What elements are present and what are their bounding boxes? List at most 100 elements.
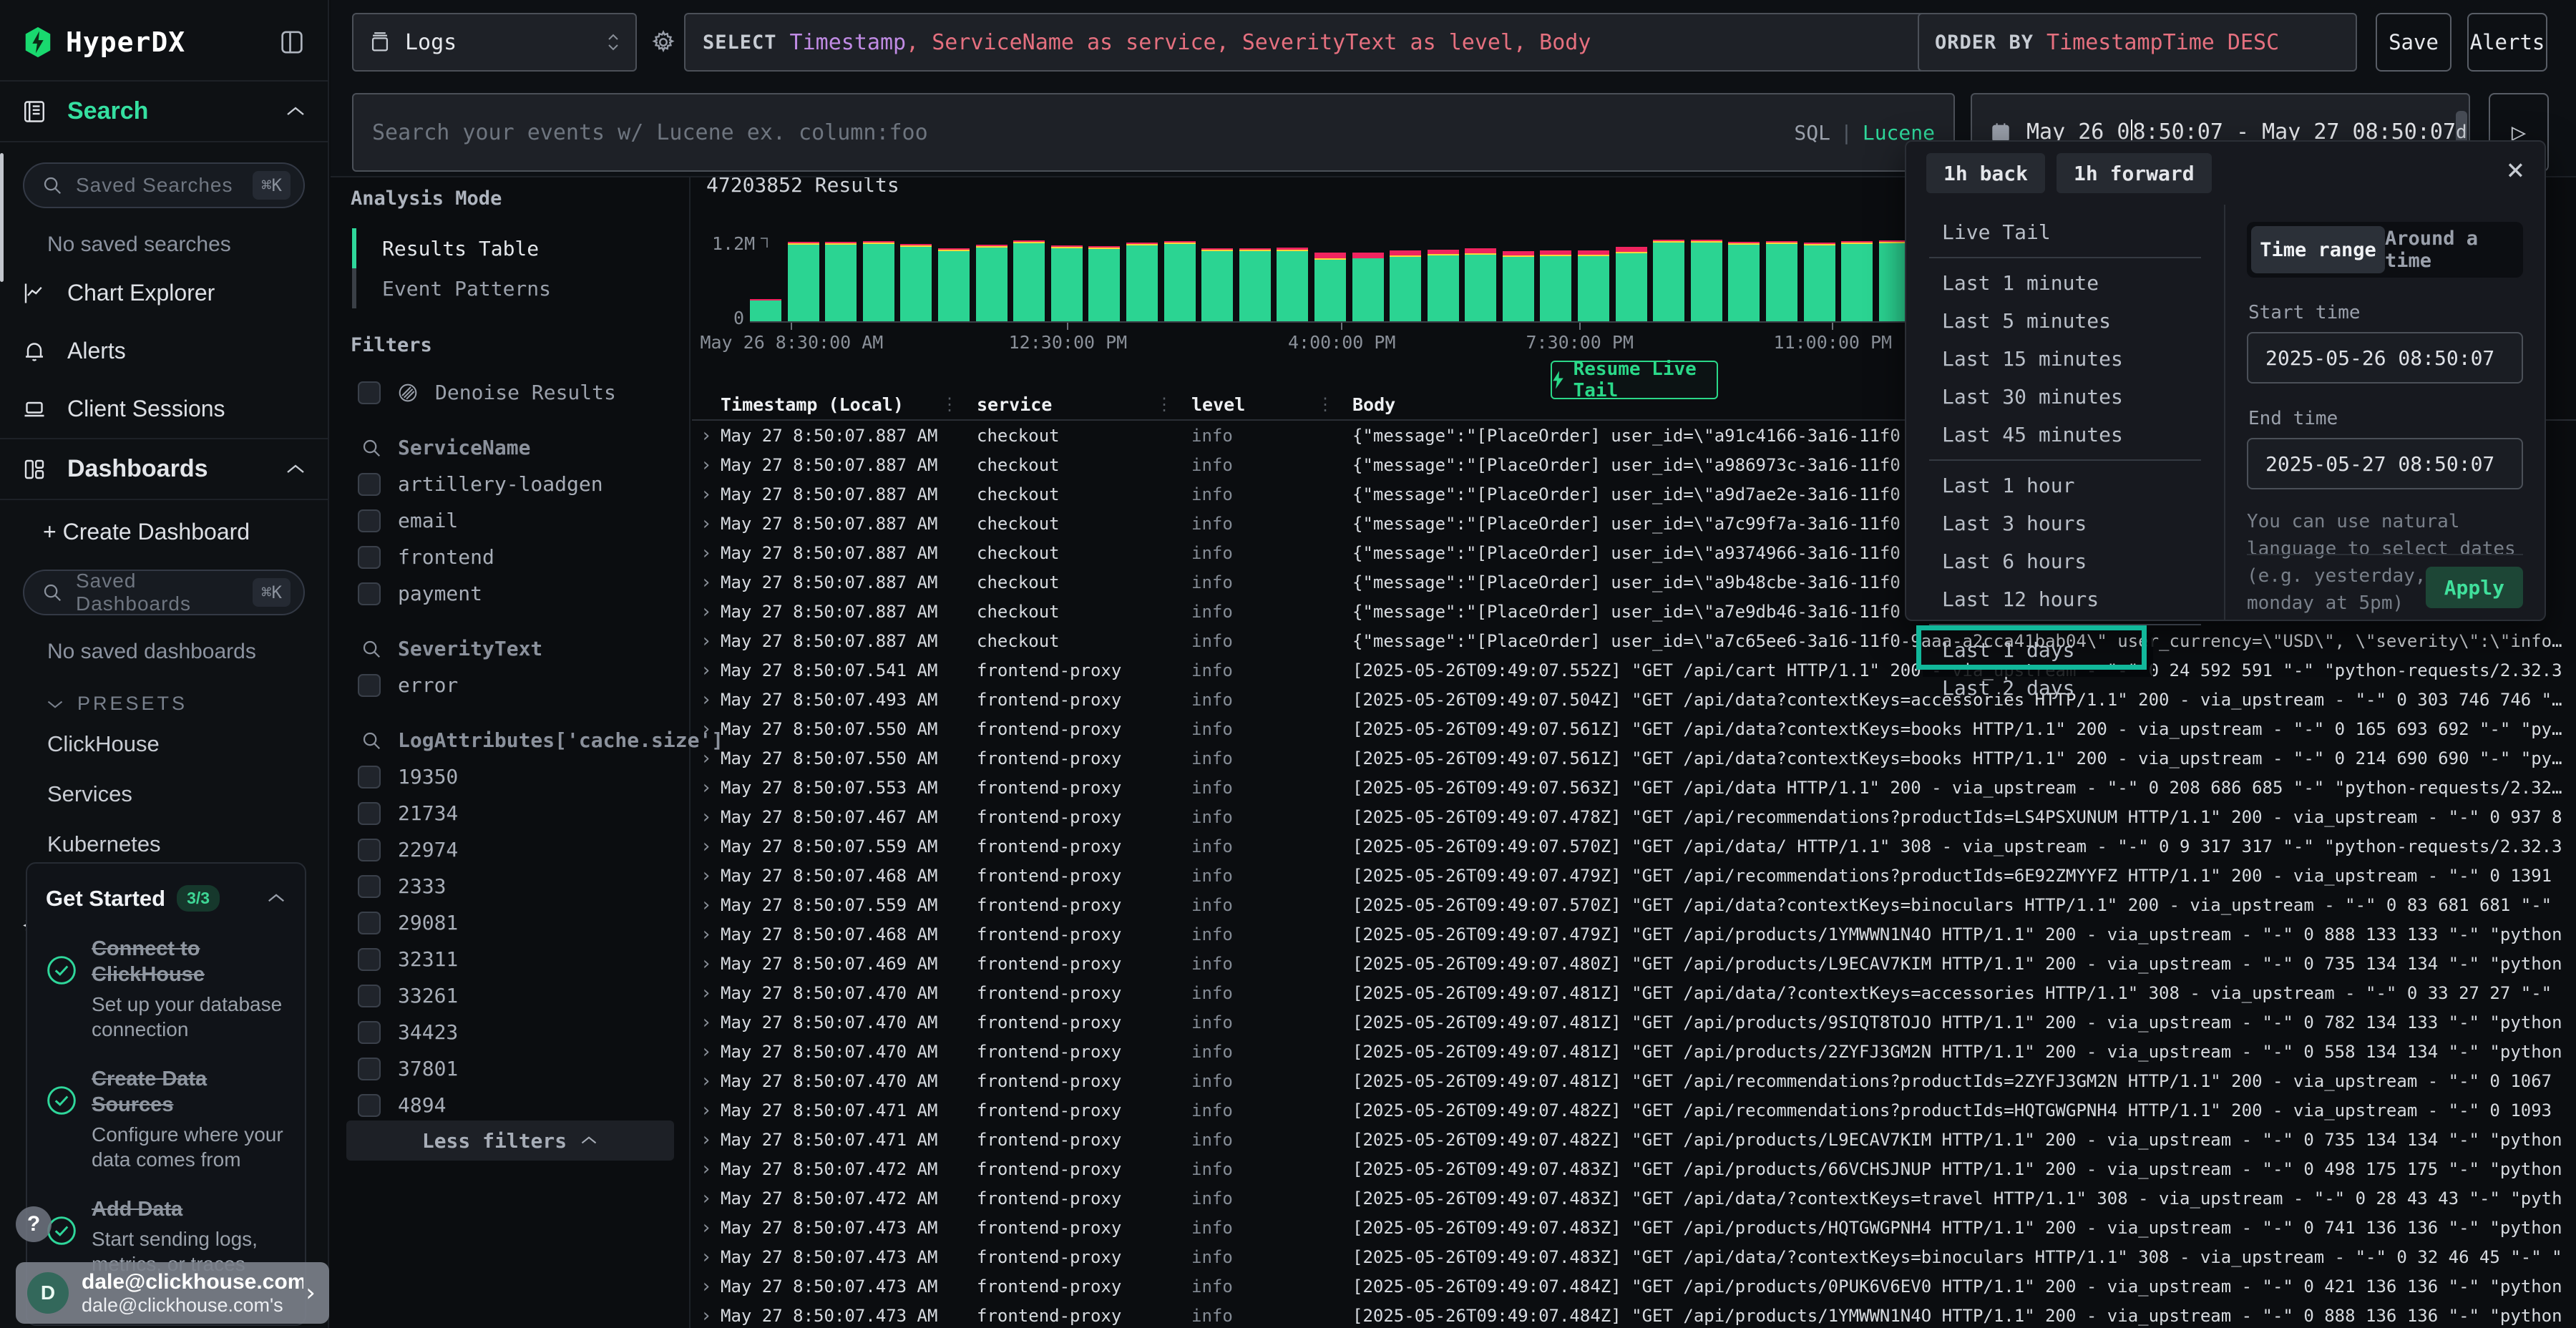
histogram-bar[interactable] (1428, 250, 1459, 321)
filter-option[interactable]: payment (358, 582, 675, 605)
histogram-bar[interactable] (1540, 250, 1571, 321)
table-row[interactable]: ›May 27 8:50:07.493 AMfrontend-proxyinfo… (692, 685, 2576, 714)
table-row[interactable]: ›May 27 8:50:07.550 AMfrontend-proxyinfo… (692, 743, 2576, 773)
histogram-bar[interactable] (938, 248, 970, 321)
histogram-bar[interactable] (1390, 250, 1421, 321)
row-expand-icon[interactable]: › (692, 1305, 721, 1327)
quick-range-last-5-minutes[interactable]: Last 5 minutes (1906, 302, 2224, 340)
filter-option[interactable]: artillery-loadgen (358, 472, 675, 496)
sidebar-item-alerts[interactable]: Alerts (0, 322, 328, 380)
row-expand-icon[interactable]: › (692, 484, 721, 505)
table-row[interactable]: ›May 27 8:50:07.471 AMfrontend-proxyinfo… (692, 1095, 2576, 1125)
histogram-bar[interactable] (1766, 241, 1797, 321)
filter-option[interactable]: 29081 (358, 911, 675, 934)
histogram-bar[interactable] (1239, 248, 1271, 321)
back-1h-button[interactable]: 1h back (1926, 153, 2045, 193)
sidebar-scrollbar[interactable] (0, 153, 4, 282)
histogram-bar[interactable] (1314, 253, 1346, 321)
quick-range-last-2-days[interactable]: Last 2 days (1906, 669, 2224, 707)
histogram-bar[interactable] (1051, 245, 1083, 321)
row-expand-icon[interactable]: › (692, 718, 721, 740)
row-expand-icon[interactable]: › (692, 836, 721, 857)
col-level[interactable]: level⋮ (1191, 394, 1352, 415)
lucene-search-input[interactable]: Search your events w/ Lucene ex. column:… (352, 93, 1955, 172)
less-filters-button[interactable]: Less filters (346, 1120, 674, 1161)
user-menu[interactable]: D dale@clickhouse.com dale@clickhouse.co… (16, 1262, 329, 1324)
histogram-bar[interactable] (1503, 251, 1534, 321)
histogram-bar[interactable] (1164, 241, 1196, 321)
filter-checkbox[interactable] (358, 985, 381, 1007)
quick-range-live-tail[interactable]: Live Tail (1906, 213, 2224, 251)
histogram-bar[interactable] (1841, 241, 1873, 321)
histogram-bar[interactable] (1013, 240, 1045, 321)
row-expand-icon[interactable]: › (692, 806, 721, 828)
filter-checkbox[interactable] (358, 912, 381, 934)
table-row[interactable]: ›May 27 8:50:07.559 AMfrontend-proxyinfo… (692, 831, 2576, 861)
denoise-checkbox[interactable] (358, 381, 381, 404)
source-select[interactable]: Logs (352, 13, 637, 72)
row-expand-icon[interactable]: › (692, 924, 721, 945)
row-expand-icon[interactable]: › (692, 777, 721, 799)
histogram-bar[interactable] (1804, 243, 1835, 321)
get-started-item[interactable]: Connect to ClickHouseSet up your databas… (46, 936, 286, 1042)
table-row[interactable]: ›May 27 8:50:07.553 AMfrontend-proxyinfo… (692, 773, 2576, 802)
sidebar-preset-clickhouse[interactable]: ClickHouse (0, 719, 328, 769)
histogram-bar[interactable] (1578, 250, 1609, 321)
row-expand-icon[interactable]: › (692, 454, 721, 476)
saved-searches-input[interactable]: Saved Searches ⌘K (23, 162, 305, 208)
alerts-button[interactable]: Alerts (2467, 13, 2547, 72)
table-row[interactable]: ›May 27 8:50:07.470 AMfrontend-proxyinfo… (692, 1066, 2576, 1095)
filter-option[interactable]: 22974 (358, 838, 675, 861)
table-row[interactable]: ›May 27 8:50:07.887 AMcheckoutinfo{"mess… (692, 626, 2576, 655)
filter-option[interactable]: 34423 (358, 1020, 675, 1044)
presets-toggle[interactable]: PRESETS (0, 671, 328, 719)
histogram-bar[interactable] (976, 245, 1008, 321)
table-row[interactable]: ›May 27 8:50:07.471 AMfrontend-proxyinfo… (692, 1125, 2576, 1154)
filter-option[interactable]: frontend (358, 545, 675, 569)
filter-group-header[interactable]: SeverityText (361, 637, 675, 660)
quick-range-last-45-minutes[interactable]: Last 45 minutes (1906, 416, 2224, 454)
row-expand-icon[interactable]: › (692, 865, 721, 887)
row-expand-icon[interactable]: › (692, 1070, 721, 1092)
table-row[interactable]: ›May 27 8:50:07.472 AMfrontend-proxyinfo… (692, 1183, 2576, 1213)
mode-event-patterns[interactable]: Event Patterns (352, 268, 675, 308)
histogram-bar[interactable] (1126, 243, 1158, 321)
mode-sql-toggle[interactable]: SQL (1794, 121, 1830, 145)
histogram-bar[interactable] (900, 244, 932, 321)
filter-checkbox[interactable] (358, 1021, 381, 1044)
filter-checkbox[interactable] (358, 1094, 381, 1117)
histogram-bar[interactable] (1728, 242, 1760, 321)
filter-option[interactable]: error (358, 673, 675, 697)
row-expand-icon[interactable]: › (692, 894, 721, 916)
row-expand-icon[interactable]: › (692, 1100, 721, 1121)
row-expand-icon[interactable]: › (692, 425, 721, 446)
histogram-bar[interactable] (1616, 247, 1647, 321)
histogram-bar[interactable] (1465, 248, 1496, 321)
quick-range-last-12-hours[interactable]: Last 12 hours (1906, 580, 2224, 618)
filter-checkbox[interactable] (358, 875, 381, 898)
filter-checkbox[interactable] (358, 546, 381, 569)
histogram-bar[interactable] (863, 241, 894, 321)
table-row[interactable]: ›May 27 8:50:07.468 AMfrontend-proxyinfo… (692, 919, 2576, 949)
row-expand-icon[interactable]: › (692, 1188, 721, 1209)
col-service[interactable]: service⋮ (977, 394, 1191, 415)
filter-option[interactable]: email (358, 509, 675, 532)
sidebar-collapse-icon[interactable] (278, 28, 306, 57)
table-row[interactable]: ›May 27 8:50:07.473 AMfrontend-proxyinfo… (692, 1242, 2576, 1271)
help-button[interactable]: ? (16, 1206, 52, 1242)
table-row[interactable]: ›May 27 8:50:07.468 AMfrontend-proxyinfo… (692, 861, 2576, 890)
filter-group-header[interactable]: ServiceName (361, 436, 675, 459)
table-row[interactable]: ›May 27 8:50:07.472 AMfrontend-proxyinfo… (692, 1154, 2576, 1183)
filter-option[interactable]: 4894 (358, 1093, 675, 1117)
start-time-input[interactable]: 2025-05-26 08:50:07 (2247, 332, 2523, 384)
sidebar-preset-services[interactable]: Services (0, 769, 328, 819)
filter-checkbox[interactable] (358, 674, 381, 697)
histogram-bar[interactable] (825, 242, 857, 321)
denoise-filter[interactable]: Denoise Results (358, 381, 675, 404)
row-expand-icon[interactable]: › (692, 572, 721, 593)
quick-range-last-3-hours[interactable]: Last 3 hours (1906, 504, 2224, 542)
quick-range-last-30-minutes[interactable]: Last 30 minutes (1906, 378, 2224, 416)
get-started-item[interactable]: Create Data SourcesConfigure where your … (46, 1066, 286, 1172)
row-expand-icon[interactable]: › (692, 1158, 721, 1180)
quick-range-last-15-minutes[interactable]: Last 15 minutes (1906, 340, 2224, 378)
